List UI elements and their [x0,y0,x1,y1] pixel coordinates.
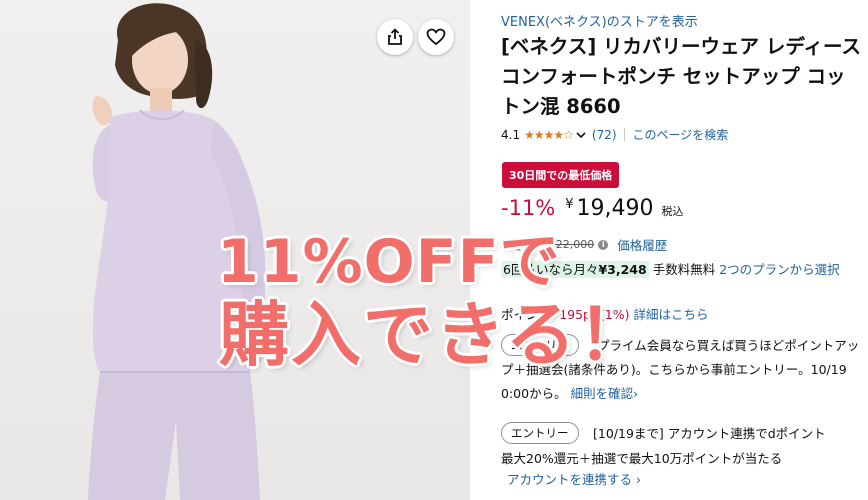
price-history-link[interactable]: 価格履歴 [617,235,667,254]
info-icon[interactable]: i [598,239,609,250]
rating-row: 4.1 ★★★★☆ (72) このページを検索 [501,126,728,143]
wishlist-button[interactable] [418,19,454,55]
currency-symbol: ¥ [565,197,574,212]
discount-percent: -11% [501,196,556,220]
reference-price: ¥22,000 [548,238,595,251]
installment-prefix: 6回払いなら月々 [503,262,599,277]
points-percent: (1%) [599,307,630,322]
tax-label: 税込 [661,205,684,218]
share-icon [388,28,402,45]
search-this-page-link[interactable]: このページを検索 [633,126,729,143]
model-neck [150,88,172,112]
share-button[interactable] [377,19,413,55]
fee-text: 手数料無料 [652,262,716,277]
entry-button[interactable]: エントリー [501,422,579,444]
installment-plans-link[interactable]: 2つのプランから選択 [719,262,839,277]
product-photo[interactable] [0,0,470,500]
account-connect-link[interactable]: アカウントを連携する › [507,469,641,488]
price-row: -11% ¥ 19,490 税込 [501,196,684,221]
heart-icon [426,28,446,46]
model-pants [88,372,260,500]
installment-info: 6回払いなら月々¥3,248 手数料無料 2つのプランから選択 [501,260,863,280]
points-row: ポイント: 195pt (1%) 詳細はこちら [501,304,708,323]
reference-price-row: 参考価格: ¥22,000 i 価格履歴 [501,235,667,254]
promo2-detail: 最大20%還元＋抽選で最大10万ポイントが当たる [501,451,783,466]
price-amount: 19,490 [576,196,654,221]
promo1-terms-link[interactable]: 細則を確認› [571,386,639,401]
promo2-text: [10/19まで] アカウント連携でdポイント [593,426,826,441]
store-link[interactable]: VENEX(ベネクス)のストアを表示 [501,11,698,30]
star-rating-icon[interactable]: ★★★★☆ [524,128,574,142]
product-title: [ベネクス] リカバリーウェア レディース コンフォートポンチ セットアップ コ… [501,35,861,118]
model-hand [92,96,113,126]
product-detail-pane: VENEX(ベネクス)のストアを表示 [ベネクス] リカバリーウェア レディース… [501,0,868,500]
entry-button[interactable]: エントリー [501,334,579,356]
divider [623,128,625,141]
rating-value: 4.1 [501,127,521,142]
points-label: ポイント: [501,307,556,322]
review-count-link[interactable]: (72) [592,128,617,142]
reference-price-label: 参考価格: [501,238,549,252]
points-detail-link[interactable]: 詳細はこちら [633,307,708,322]
installment-highlight: 6回払いなら月々¥3,248 [501,261,649,278]
points-value: 195pt [559,307,596,322]
lowest-price-badge: 30日間での最低価格 [502,162,620,188]
model-right-hand [244,338,264,366]
model-ponytail [195,40,213,109]
chevron-down-icon[interactable] [576,131,586,139]
product-image-pane[interactable] [0,0,486,500]
monthly-amount: ¥3,248 [598,262,647,277]
